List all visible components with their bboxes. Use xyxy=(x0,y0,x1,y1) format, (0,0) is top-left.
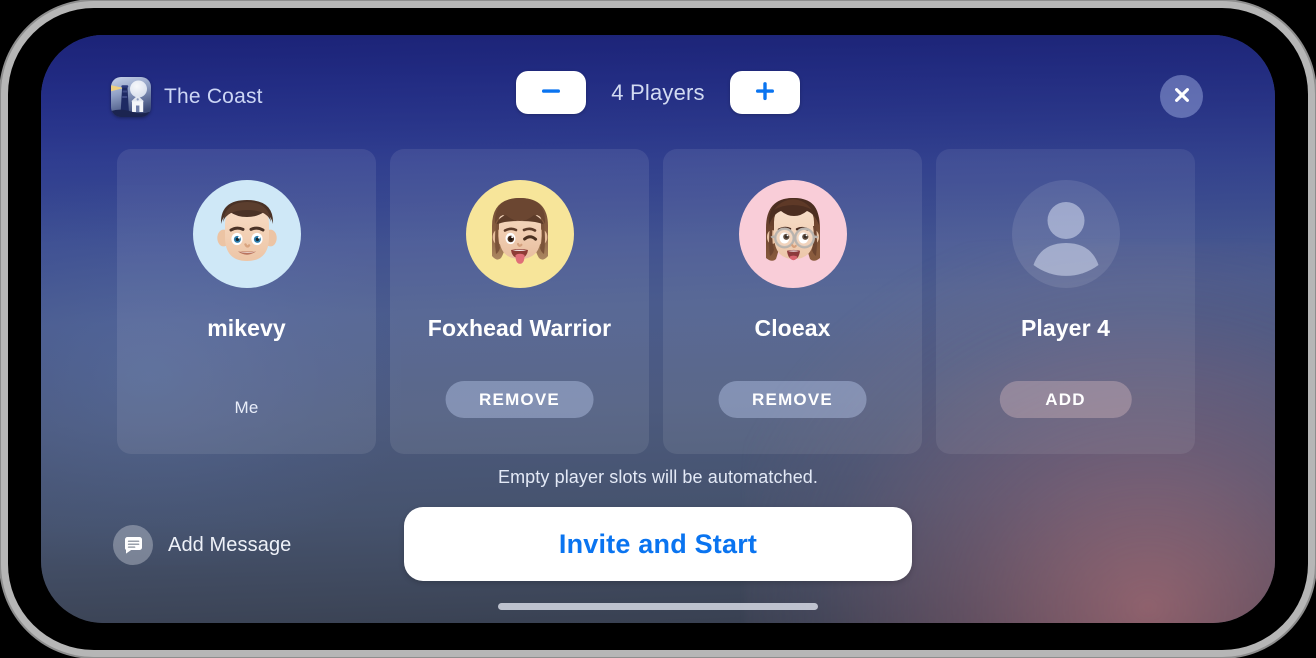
player-count-stepper: 4 Players xyxy=(516,71,800,114)
memoji-avatar-glasses-long-hair xyxy=(738,180,847,288)
player-card[interactable]: Cloeax REMOVE xyxy=(663,149,922,454)
remove-player-button[interactable]: REMOVE xyxy=(445,381,594,418)
phone-frame: The Coast 4 Players mikevy Me Foxhead Wa… xyxy=(8,8,1308,650)
home-indicator[interactable] xyxy=(498,603,818,610)
device-notch xyxy=(563,8,753,20)
decrement-players-button[interactable] xyxy=(516,71,586,114)
player-name: Foxhead Warrior xyxy=(427,315,612,341)
multiplayer-invite-panel: The Coast 4 Players mikevy Me Foxhead Wa… xyxy=(41,35,1275,623)
memoji-avatar-male-short-hair xyxy=(192,180,301,288)
close-icon xyxy=(1171,84,1193,109)
add-message-label: Add Message xyxy=(168,533,292,556)
player-name: Player 4 xyxy=(1020,315,1111,341)
panel-header: The Coast 4 Players xyxy=(41,71,1275,129)
lighthouse-app-icon xyxy=(111,77,151,117)
plus-icon xyxy=(752,78,778,107)
player-card-action: ADD xyxy=(999,381,1132,418)
automatch-note: Empty player slots will be automatched. xyxy=(497,467,819,487)
player-card-action: REMOVE xyxy=(718,381,867,418)
chat-bubble-icon xyxy=(113,525,153,565)
player-name: mikevy xyxy=(207,315,286,341)
player-card[interactable]: mikevy Me xyxy=(117,149,376,454)
player-slots-list: mikevy Me Foxhead Warrior REMOVE Cloeax … xyxy=(117,149,1195,454)
minus-icon xyxy=(538,78,564,107)
player-name: Cloeax xyxy=(754,315,831,341)
person-placeholder-icon xyxy=(1011,180,1120,288)
game-identity: The Coast xyxy=(111,77,263,117)
increment-players-button[interactable] xyxy=(730,71,800,114)
device-screen: The Coast 4 Players mikevy Me Foxhead Wa… xyxy=(41,35,1275,623)
player-card[interactable]: Player 4 ADD xyxy=(936,149,1195,454)
panel-footer: Add Message Invite and Start xyxy=(41,505,1275,585)
player-card-action: REMOVE xyxy=(445,381,594,418)
remove-player-button[interactable]: REMOVE xyxy=(718,381,867,418)
memoji-avatar-wink-tongue xyxy=(465,180,574,288)
add-player-button[interactable]: ADD xyxy=(999,381,1132,418)
player-count-label: 4 Players xyxy=(611,79,705,105)
invite-and-start-button[interactable]: Invite and Start xyxy=(404,507,912,581)
player-card-action: Me xyxy=(234,398,258,418)
close-button[interactable] xyxy=(1160,75,1203,118)
add-message-button[interactable]: Add Message xyxy=(113,525,291,565)
page-title: The Coast xyxy=(164,85,263,108)
player-card[interactable]: Foxhead Warrior REMOVE xyxy=(390,149,649,454)
me-label: Me xyxy=(234,398,259,417)
